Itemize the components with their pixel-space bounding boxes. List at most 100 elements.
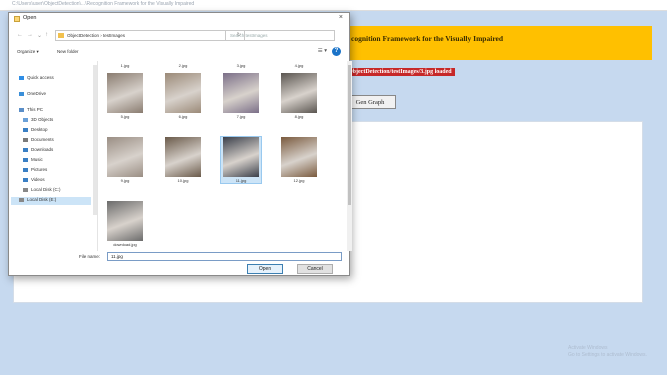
nav-item-label: Pictures — [31, 167, 48, 172]
file-thumbnail[interactable]: 9.jpg — [105, 137, 145, 183]
file-name: 9.jpg — [120, 178, 130, 183]
folder-icon — [58, 33, 64, 38]
file-thumbnail[interactable]: 7.jpg — [221, 73, 261, 119]
watermark-line2: Go to Settings to activate Windows. — [568, 352, 647, 358]
navigation-pane: Quick access OneDrive This PC 3D Objects Des… — [9, 61, 98, 251]
file-thumbnail[interactable]: download.jpg — [105, 201, 145, 247]
filename-label: File name: — [79, 254, 101, 259]
file-caption: 2.jpg — [163, 63, 203, 68]
image-preview — [165, 137, 201, 177]
nav-item[interactable]: Local Disk (E:) — [11, 197, 91, 205]
browser-title-bar: C:\Users\user\ObjectDetection\...\Recogn… — [0, 0, 667, 11]
nav-item[interactable]: Downloads — [23, 147, 53, 155]
back-arrow-icon[interactable]: ← — [17, 32, 23, 38]
nav-item[interactable]: Desktop — [23, 127, 48, 135]
nav-item[interactable]: OneDrive — [19, 91, 46, 99]
scroll-thumb[interactable] — [348, 65, 351, 205]
file-thumbnail[interactable]: 11.jpg — [220, 136, 262, 184]
nav-item-label: Desktop — [31, 127, 48, 132]
nav-item-label: Music — [31, 157, 43, 162]
file-thumbnail[interactable]: 8.jpg — [279, 73, 319, 119]
star-icon — [19, 75, 24, 80]
nav-item-label: OneDrive — [27, 91, 47, 96]
open-file-dialog: Open × ← → ⌄ ↑ ObjectDetection › testIma… — [8, 12, 352, 276]
search-placeholder: Search testImages — [230, 33, 268, 38]
file-name: 1.jpg — [120, 63, 130, 68]
image-preview — [281, 73, 317, 113]
view-options-icon[interactable]: ☰ ▾ — [318, 48, 327, 54]
file-thumbnail[interactable]: 10.jpg — [163, 137, 203, 183]
file-name: 2.jpg — [178, 63, 188, 68]
file-caption: 3.jpg — [221, 63, 261, 68]
file-name: 7.jpg — [236, 114, 246, 119]
nav-item-label: Local Disk (E:) — [27, 197, 57, 202]
picture-icon — [23, 167, 28, 172]
disk-icon — [23, 187, 28, 192]
file-name: 6.jpg — [178, 114, 188, 119]
chevron-down-icon[interactable]: ⌄ — [37, 32, 42, 39]
document-icon — [23, 137, 28, 142]
nav-item[interactable]: Pictures — [23, 167, 47, 175]
download-icon — [23, 147, 28, 152]
browser-title-text: C:\Users\user\ObjectDetection\...\Recogn… — [12, 1, 195, 7]
forward-arrow-icon[interactable]: → — [27, 32, 33, 38]
nav-item-label: Videos — [31, 177, 45, 182]
new-folder-button[interactable]: New folder — [57, 49, 79, 54]
nav-item[interactable]: Videos — [23, 177, 45, 185]
nav-item[interactable]: Quick access — [19, 75, 54, 83]
image-preview — [107, 73, 143, 113]
nav-item-label: This PC — [27, 107, 44, 112]
nav-item[interactable]: Music — [23, 157, 43, 165]
dialog-toolbar: Organize ▾ New folder ☰ ▾ ? — [9, 47, 349, 59]
computer-icon — [19, 107, 24, 112]
help-icon[interactable]: ? — [332, 47, 341, 56]
file-thumbnail[interactable]: 5.jpg — [105, 73, 145, 119]
file-thumbnail[interactable]: 12.jpg — [279, 137, 319, 183]
cube-icon — [23, 117, 28, 122]
watermark-line1: Activate Windows — [568, 345, 608, 351]
up-arrow-icon[interactable]: ↑ — [45, 32, 48, 38]
file-name: 10.jpg — [177, 178, 189, 183]
desktop-icon — [23, 127, 28, 132]
nav-scrollbar[interactable] — [93, 65, 97, 215]
dialog-title-bar: Open × — [9, 13, 349, 25]
close-icon[interactable]: × — [339, 14, 343, 21]
file-name: 11.jpg — [235, 178, 247, 183]
nav-item-label: Downloads — [31, 147, 54, 152]
nav-item-label: Documents — [31, 137, 54, 142]
open-button[interactable]: Open — [247, 264, 283, 274]
nav-item[interactable]: 3D Objects — [23, 117, 53, 125]
file-name: download.jpg — [113, 242, 137, 247]
dialog-title: Open — [23, 15, 37, 21]
nav-item-label: Quick access — [27, 75, 54, 80]
image-preview — [107, 137, 143, 177]
organize-button[interactable]: Organize ▾ — [17, 49, 39, 55]
cancel-button[interactable]: Cancel — [297, 264, 333, 274]
file-caption: 1.jpg — [105, 63, 145, 68]
app-title: cognition Framework for the Visually Imp… — [351, 34, 504, 43]
filename-input[interactable]: 11.jpg — [107, 252, 342, 261]
file-name: 4.jpg — [294, 63, 304, 68]
nav-item[interactable]: This PC — [19, 107, 43, 115]
nav-item-label: Local Disk (C:) — [31, 187, 61, 192]
filename-value: 11.jpg — [111, 254, 123, 259]
nav-item[interactable]: Local Disk (C:) — [23, 187, 61, 195]
file-scrollbar[interactable] — [347, 61, 352, 251]
cloud-icon — [19, 91, 24, 96]
nav-item[interactable]: Documents — [23, 137, 54, 145]
file-name: 5.jpg — [120, 114, 130, 119]
image-preview — [223, 73, 259, 113]
file-thumbnail[interactable]: 6.jpg — [163, 73, 203, 119]
navigation-row: ← → ⌄ ↑ ObjectDetection › testImages ↻ S… — [9, 29, 349, 43]
file-name: 3.jpg — [236, 63, 246, 68]
file-grid: 1.jpg 2.jpg 3.jpg 4.jpg 5.jpg 6.jpg 7.jpg 8.jpg… — [105, 61, 345, 251]
music-icon — [23, 157, 28, 162]
address-bar[interactable]: ObjectDetection › testImages ↻ — [55, 30, 245, 41]
image-preview — [281, 137, 317, 177]
video-icon — [23, 177, 28, 182]
address-path: ObjectDetection › testImages — [67, 33, 126, 38]
file-name: 8.jpg — [294, 114, 304, 119]
search-input[interactable]: Search testImages — [225, 30, 335, 41]
file-name: 12.jpg — [293, 178, 305, 183]
image-preview — [165, 73, 201, 113]
